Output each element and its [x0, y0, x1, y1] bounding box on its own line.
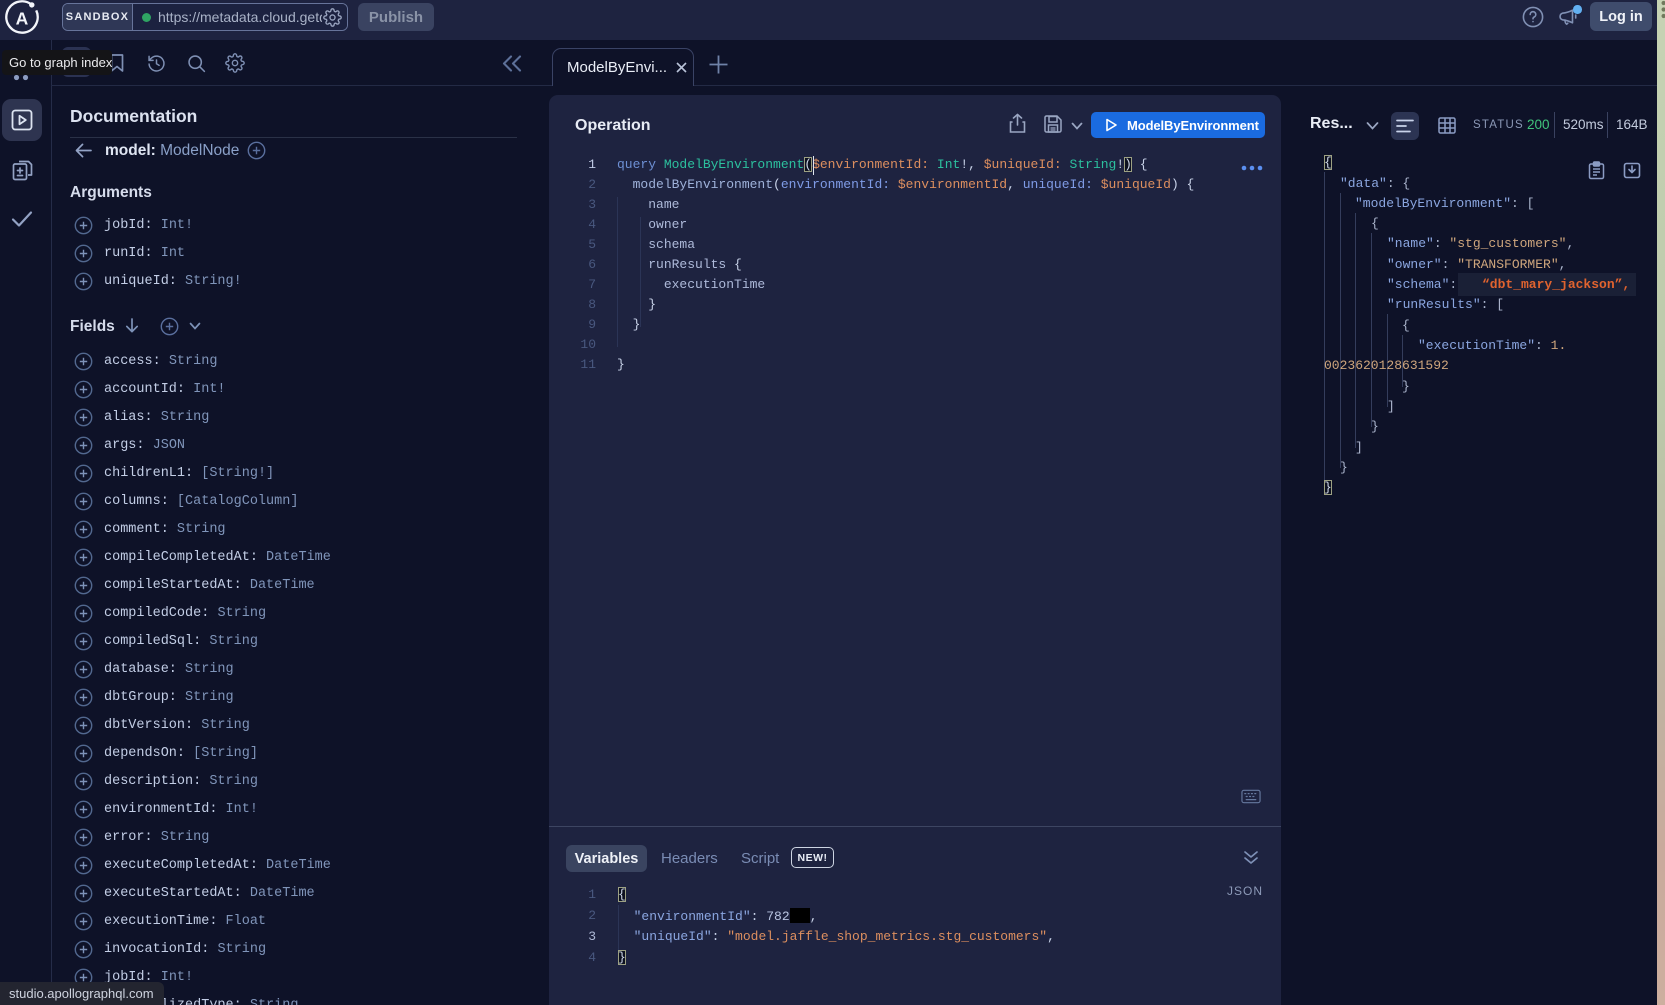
- svg-text:A: A: [16, 9, 29, 29]
